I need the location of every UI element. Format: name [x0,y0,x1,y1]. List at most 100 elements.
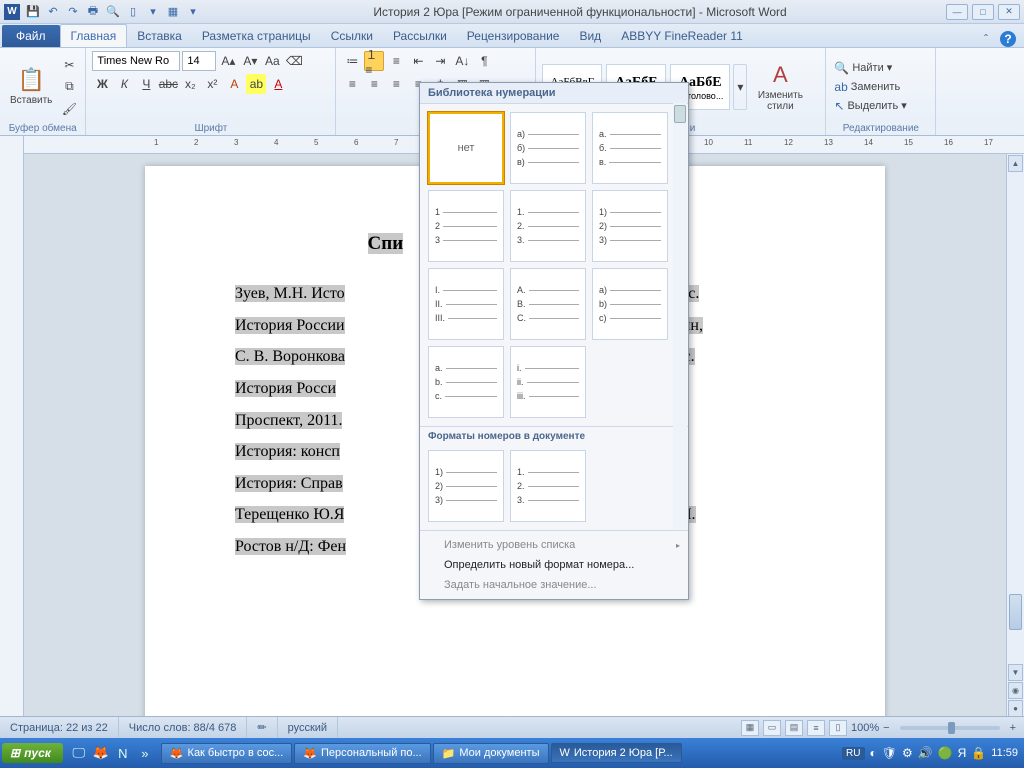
tab-layout[interactable]: Разметка страницы [192,25,321,47]
italic-button[interactable]: К [114,74,134,94]
close-button[interactable]: ✕ [998,4,1020,20]
prev-page-button[interactable]: ◉ [1008,682,1023,699]
change-styles-button[interactable]: A Изменить стили [750,60,810,114]
view-web[interactable]: ▤ [785,720,803,736]
numbering-a-lower-dot[interactable]: a.b.c. [428,346,504,418]
tray-icon-2[interactable]: 🛡 [882,746,897,760]
numbering-A-upper[interactable]: A.B.C. [510,268,586,340]
status-spellcheck[interactable]: ✏ [247,717,277,738]
qat-more-icon[interactable]: ▾ [184,3,202,21]
grow-font-button[interactable]: A▴ [218,51,238,71]
qat-new-icon[interactable]: ▯ [124,3,142,21]
ql-desktop-icon[interactable]: 🖵 [69,742,89,764]
bullets-button[interactable]: ≔ [342,51,362,71]
numbering-roman-lower[interactable]: i.ii.iii. [510,346,586,418]
numbering-none[interactable]: нет [428,112,504,184]
tab-mailings[interactable]: Рассылки [383,25,457,47]
task-explorer[interactable]: 📁Мои документы [433,743,549,764]
cut-button[interactable]: ✂ [59,55,79,75]
font-name-input[interactable] [92,51,180,71]
task-firefox-2[interactable]: 🦊Персональный по... [294,743,430,764]
scrollbar-vertical[interactable]: ▲ ▼ ◉ ● ◉ [1006,154,1024,736]
status-page[interactable]: Страница: 22 из 22 [0,717,119,738]
help-icon[interactable]: ? [1000,31,1016,47]
select-button[interactable]: ↖Выделить ▾ [832,98,908,114]
view-draft[interactable]: ▯ [829,720,847,736]
view-outline[interactable]: ≡ [807,720,825,736]
superscript-button[interactable]: x² [202,74,222,94]
strike-button[interactable]: abc [158,74,178,94]
ql-onenote-icon[interactable]: N [113,742,133,764]
tab-review[interactable]: Рецензирование [457,25,570,47]
ruler-vertical[interactable] [0,136,24,736]
tray-icon-3[interactable]: ⚙ [902,746,913,760]
gallery-scrollbar[interactable] [673,103,687,529]
status-words[interactable]: Число слов: 88/4 678 [119,717,248,738]
tray-clock[interactable]: 11:59 [991,747,1018,759]
tray-icon-6[interactable]: 🔒 [971,746,986,760]
paste-button[interactable]: 📋 Вставить [6,65,56,108]
tray-icon-1[interactable]: ◐ [870,746,877,760]
browse-object-button[interactable]: ● [1008,700,1023,717]
numbering-1-paren[interactable]: 1)2)3) [592,190,668,262]
clear-format-button[interactable]: ⌫ [284,51,304,71]
maximize-button[interactable]: □ [972,4,994,20]
numbering-1-long[interactable]: 123 [428,190,504,262]
ql-firefox-icon[interactable]: 🦊 [91,742,111,764]
doc-numbering-1-dot[interactable]: 1.2.3. [510,450,586,522]
scroll-up-button[interactable]: ▲ [1008,155,1023,172]
copy-button[interactable]: ⧉ [59,77,79,97]
text-effects-button[interactable]: A [224,74,244,94]
qat-preview-icon[interactable]: 🔍 [104,3,122,21]
scroll-thumb[interactable] [1009,594,1022,630]
highlight-button[interactable]: ab [246,74,266,94]
tray-volume-icon[interactable]: 🔊 [918,746,933,760]
define-new-number-format[interactable]: Определить новый формат номера... [420,555,688,575]
minimize-button[interactable]: — [946,4,968,20]
qat-open-icon[interactable]: ▾ [144,3,162,21]
zoom-thumb[interactable] [948,722,955,734]
zoom-slider[interactable] [900,726,1000,730]
increase-indent-button[interactable]: ⇥ [430,51,450,71]
ql-more-icon[interactable]: » [135,742,155,764]
scroll-down-button[interactable]: ▼ [1008,664,1023,681]
numbering-a-paren[interactable]: а)б)в) [510,112,586,184]
bold-button[interactable]: Ж [92,74,112,94]
minimize-ribbon-icon[interactable]: ˆ [978,31,994,47]
view-print-layout[interactable]: ▦ [741,720,759,736]
font-color-button[interactable]: A [268,74,288,94]
numbering-roman-upper[interactable]: I.II.III. [428,268,504,340]
gallery-scroll-thumb[interactable] [674,105,686,123]
qat-redo-icon[interactable]: ↷ [64,3,82,21]
start-button[interactable]: ⊞пуск [2,743,63,763]
qat-table-icon[interactable]: ▦ [164,3,182,21]
tray-language[interactable]: RU [842,747,864,760]
zoom-level[interactable]: 100% [851,722,879,734]
show-marks-button[interactable]: ¶ [474,51,494,71]
styles-more-button[interactable]: ▾ [733,64,747,110]
sort-button[interactable]: A↓ [452,51,472,71]
find-button[interactable]: 🔍Найти ▾ [832,60,908,76]
zoom-in-button[interactable]: + [1010,722,1016,734]
tab-abbyy[interactable]: ABBYY FineReader 11 [611,25,753,47]
change-case-button[interactable]: Aa [262,51,282,71]
tray-icon-4[interactable]: 🟢 [938,746,953,760]
tab-references[interactable]: Ссылки [321,25,383,47]
tab-home[interactable]: Главная [60,24,128,47]
tab-file[interactable]: Файл [2,25,60,47]
multilevel-button[interactable]: ≡ [386,51,406,71]
decrease-indent-button[interactable]: ⇤ [408,51,428,71]
font-size-input[interactable] [182,51,216,71]
underline-button[interactable]: Ч [136,74,156,94]
qat-print-icon[interactable]: 🖶 [84,3,102,21]
numbering-a-lower-paren[interactable]: a)b)c) [592,268,668,340]
tab-insert[interactable]: Вставка [127,25,192,47]
tray-icon-5[interactable]: Я [958,746,967,760]
align-left-button[interactable]: ≡ [342,74,362,94]
replace-button[interactable]: abЗаменить [832,79,908,95]
qat-save-icon[interactable]: 💾 [24,3,42,21]
view-fullscreen[interactable]: ▭ [763,720,781,736]
doc-numbering-1-paren[interactable]: 1)2)3) [428,450,504,522]
format-painter-button[interactable]: 🖌 [59,99,79,119]
task-word[interactable]: WИстория 2 Юра [Р... [551,743,682,763]
